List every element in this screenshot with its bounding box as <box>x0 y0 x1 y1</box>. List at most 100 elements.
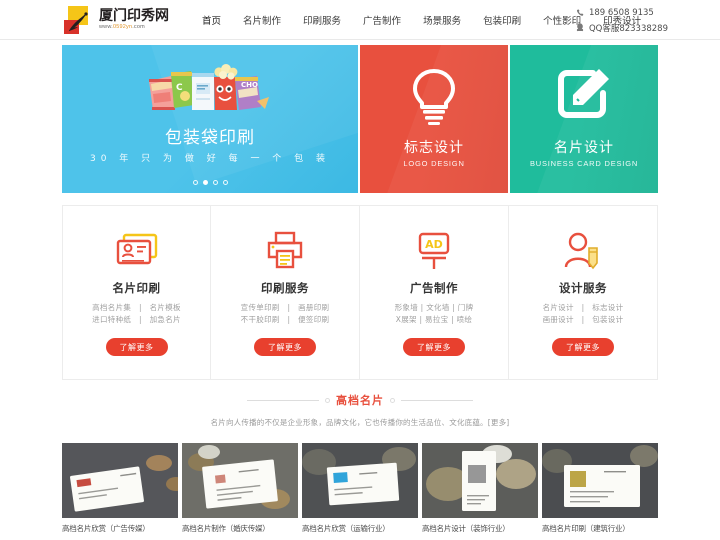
business-card-photo-illustration <box>302 447 416 506</box>
learn-more-button[interactable]: 了解更多 <box>105 338 168 356</box>
card-title: 印刷服务 <box>261 281 309 295</box>
logo-url: www.0592yn.com <box>99 23 169 31</box>
logo-url-pre: www. <box>99 23 113 30</box>
phone-number[interactable]: 189 6508 9135 <box>589 8 654 18</box>
qq-number[interactable]: QQ客服823338289 <box>589 22 668 34</box>
svg-text:C: C <box>176 83 183 93</box>
gallery-photo[interactable] <box>62 443 178 518</box>
printer-icon <box>267 231 303 269</box>
business-card-photo-illustration <box>426 445 536 511</box>
brush-stroke-icon <box>69 11 88 31</box>
homepage: 厦门印秀网 www.0592yn.com 首页 名片制作 印刷服务 广告制作 场景服务包… <box>0 0 720 540</box>
hero-section: C CHO 包装袋印刷 30 年 只 为 做 好 每 一 个 包 装 标志设计 … <box>62 45 658 193</box>
lightbulb-icon <box>413 69 455 125</box>
slider-dot-4[interactable] <box>222 180 228 185</box>
hero-banner-slide[interactable]: C CHO 包装袋印刷 30 年 只 为 做 好 每 一 个 包 装 <box>62 45 358 193</box>
card-links[interactable]: 宣传单印刷 | 画册印刷 不干胶印刷 | 便签印刷 <box>211 302 359 326</box>
gallery-item[interactable]: 高档名片印刷（建筑行业） <box>542 443 658 534</box>
designer-person-pencil-icon <box>564 232 598 270</box>
nav-item-0[interactable]: 首页 <box>191 13 232 27</box>
hero-title: 包装袋印刷 <box>165 128 255 148</box>
service-card-business-card-printing[interactable]: 名片印刷 高档名片集 | 名片模板 进口特种纸 | 加急名片 了解更多 <box>62 205 211 380</box>
gallery-premium-cards: 高档名片欣赏（广告传媒） 高档名片制作（婚庆传媒） 高档名片欣赏（运输行业） 高档名片… <box>62 443 658 534</box>
ring-left-icon <box>325 397 330 403</box>
gallery-photo[interactable] <box>302 443 418 518</box>
hero-tile-title-cn: 名片设计 <box>554 140 614 156</box>
svg-text:AD: AD <box>425 238 443 251</box>
card-links[interactable]: 高档名片集 | 名片模板 进口特种纸 | 加急名片 <box>63 302 210 326</box>
section-description: 名片向人传播的不仅是企业形象，品牌文化，它也传播你的生活品位、文化底蕴。[更多] <box>210 418 510 427</box>
card-links[interactable]: 形象墙 | 文化墙 | 门牌 X展架 | 易拉宝 | 喷绘 <box>360 302 508 326</box>
card-link-line-1[interactable]: 宣传单印刷 | 画册印刷 <box>211 302 359 314</box>
service-card-printing-service[interactable]: 印刷服务 宣传单印刷 | 画册印刷 不干胶印刷 | 便签印刷 了解更多 <box>211 205 360 380</box>
slider-dot-3[interactable] <box>212 180 218 185</box>
business-card-photo-illustration <box>188 445 290 509</box>
card-title: 广告制作 <box>410 281 458 295</box>
card-link-line-2[interactable]: 进口特种纸 | 加急名片 <box>63 314 210 326</box>
edit-square-pencil-icon <box>558 69 609 118</box>
gallery-item[interactable]: 高档名片设计（装饰行业） <box>422 443 538 534</box>
gallery-item[interactable]: 高档名片欣赏（运输行业） <box>302 443 418 534</box>
hero-tile-logo-design[interactable]: 标志设计 LOGO DESIGN <box>360 45 508 193</box>
hero-tile-title-en: BUSINESS CARD DESIGN <box>529 159 639 168</box>
card-link-line-2[interactable]: 画册设计 | 包装设计 <box>509 314 657 326</box>
section-title-row: 高档名片 <box>0 392 720 408</box>
service-card-design-service[interactable]: 设计服务 名片设计 | 标志设计 画册设计 | 包装设计 了解更多 <box>509 205 658 380</box>
id-card-icon <box>116 233 157 265</box>
divider-right <box>401 399 473 401</box>
card-links[interactable]: 名片设计 | 标志设计 画册设计 | 包装设计 <box>509 302 657 326</box>
phone-icon <box>575 9 586 17</box>
nav-item-5[interactable]: 包装印刷 <box>472 13 532 27</box>
gallery-caption: 高档名片欣赏（运输行业） <box>302 524 390 533</box>
gallery-item[interactable]: 高档名片制作（婚庆传媒） <box>182 443 298 534</box>
card-title: 名片印刷 <box>112 281 161 295</box>
logo-text-cn: 厦门印秀网 <box>99 7 169 24</box>
hero-tile-title-cn: 标志设计 <box>404 140 464 156</box>
site-logo[interactable]: 厦门印秀网 www.0592yn.com <box>64 5 169 34</box>
learn-more-button[interactable]: 了解更多 <box>552 338 614 356</box>
service-cards: 名片印刷 高档名片集 | 名片模板 进口特种纸 | 加急名片 了解更多 印刷服务… <box>62 205 658 380</box>
gallery-caption: 高档名片欣赏（广告传媒） <box>62 524 150 533</box>
card-link-line-1[interactable]: 名片设计 | 标志设计 <box>509 302 657 314</box>
site-header: 厦门印秀网 www.0592yn.com 首页 名片制作 印刷服务 广告制作 场景服务包… <box>0 0 720 40</box>
card-link-line-1[interactable]: 高档名片集 | 名片模板 <box>63 302 210 314</box>
hero-tile-title-en: LOGO DESIGN <box>403 159 465 168</box>
qq-penguin-icon <box>575 23 586 32</box>
snack-bags-illustration: C CHO <box>149 64 269 110</box>
contact-qq-row: QQ客服823338289 <box>575 20 668 35</box>
gallery-caption: 高档名片印刷（建筑行业） <box>542 524 630 533</box>
ad-board-icon: AD <box>418 232 450 269</box>
hero-subtitle: 30 年 只 为 做 好 每 一 个 包 装 <box>89 154 331 164</box>
gallery-photo[interactable] <box>542 443 658 518</box>
gallery-caption: 高档名片设计（装饰行业） <box>422 524 510 533</box>
logo-url-highlight: 0592yn <box>112 23 133 30</box>
ring-right-icon <box>390 397 395 403</box>
nav-item-1[interactable]: 名片制作 <box>232 13 292 27</box>
nav-item-2[interactable]: 印刷服务 <box>292 13 352 27</box>
business-card-photo-illustration <box>542 445 658 507</box>
hero-slider-dots[interactable] <box>62 180 358 185</box>
nav-item-4[interactable]: 场景服务 <box>412 13 472 27</box>
section-header-premium-cards: 高档名片 名片向人传播的不仅是企业形象，品牌文化，它也传播你的生活品位、文化底蕴… <box>0 392 720 428</box>
logo-url-post: .com <box>132 23 145 30</box>
card-link-line-2[interactable]: X展架 | 易拉宝 | 喷绘 <box>360 314 508 326</box>
learn-more-button[interactable]: 了解更多 <box>403 338 465 356</box>
divider-left <box>247 399 319 401</box>
nav-item-3[interactable]: 广告制作 <box>352 13 412 27</box>
slider-dot-1[interactable] <box>192 180 198 185</box>
learn-more-button[interactable]: 了解更多 <box>254 338 316 356</box>
card-link-line-1[interactable]: 形象墙 | 文化墙 | 门牌 <box>360 302 508 314</box>
card-title: 设计服务 <box>559 281 607 295</box>
hero-tile-card-design[interactable]: 名片设计 BUSINESS CARD DESIGN <box>510 45 658 193</box>
section-title: 高档名片 <box>336 394 384 407</box>
contact-phone-row: 189 6508 9135 <box>575 5 668 20</box>
gallery-photo[interactable] <box>422 443 538 518</box>
gallery-photo[interactable] <box>182 443 298 518</box>
slider-dot-2[interactable] <box>202 180 208 185</box>
header-contact: 189 6508 9135 QQ客服823338289 <box>575 5 668 35</box>
card-link-line-2[interactable]: 不干胶印刷 | 便签印刷 <box>211 314 359 326</box>
service-card-advertising[interactable]: AD 广告制作 形象墙 | 文化墙 | 门牌 X展架 | 易拉宝 | 喷绘 了解… <box>360 205 509 380</box>
gallery-item[interactable]: 高档名片欣赏（广告传媒） <box>62 443 178 534</box>
logo-mark-icon <box>64 5 94 34</box>
business-card-photo-illustration <box>70 455 178 512</box>
